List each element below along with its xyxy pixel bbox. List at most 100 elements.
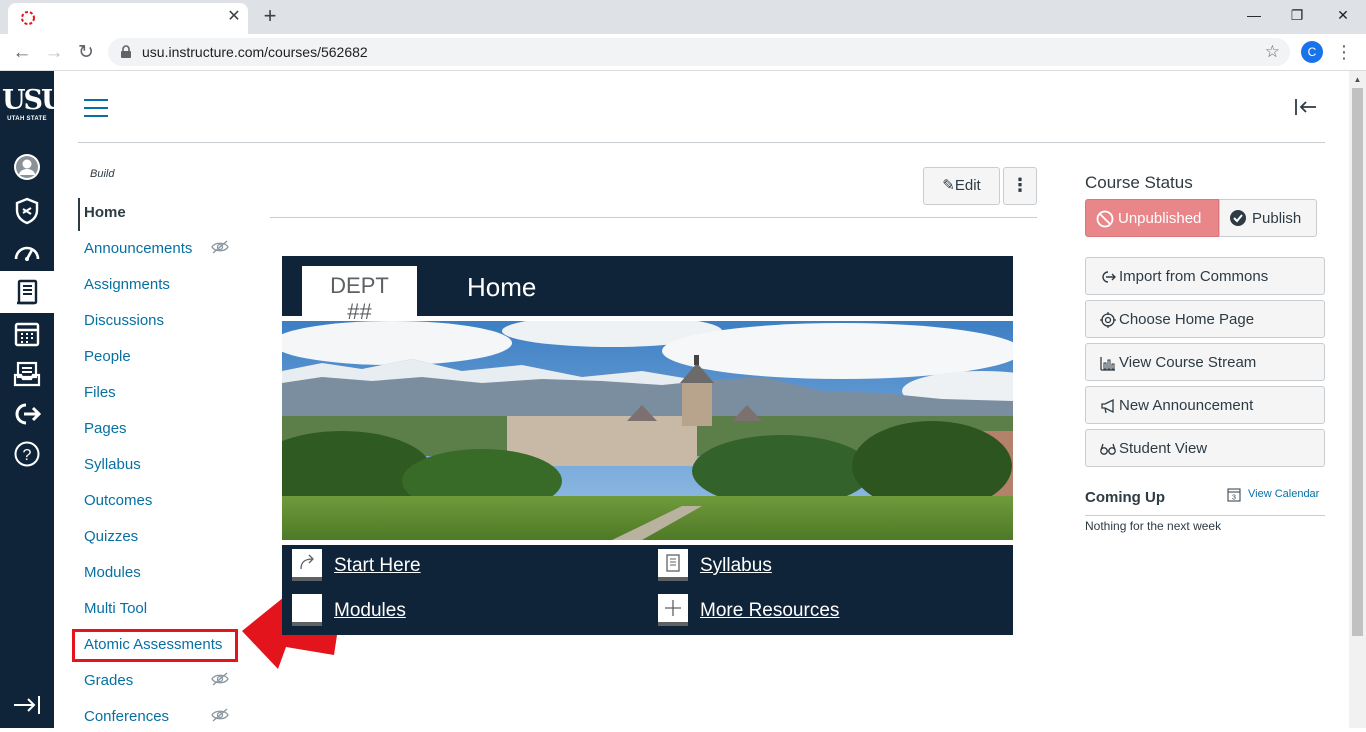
pencil-icon: ✎: [942, 177, 955, 194]
choose-home-page-button[interactable]: Choose Home Page: [1085, 300, 1325, 338]
course-nav-label[interactable]: Announcements: [84, 240, 192, 257]
view-calendar-link[interactable]: View Calendar: [1248, 488, 1319, 500]
sidebar-button-label: Choose Home Page: [1119, 311, 1255, 328]
course-nav-label[interactable]: Discussions: [84, 312, 164, 329]
inbox-icon[interactable]: [0, 354, 54, 394]
forward-arrow-icon[interactable]: →: [42, 41, 66, 65]
dashboard-gauge-icon[interactable]: [0, 233, 54, 273]
quick-link-label[interactable]: Modules: [334, 600, 406, 622]
view-course-stream-button[interactable]: View Course Stream: [1085, 343, 1325, 381]
course-nav-label[interactable]: Outcomes: [84, 492, 152, 509]
account-icon[interactable]: [0, 147, 54, 187]
usu-logo[interactable]: USU UTAH STATE: [2, 87, 65, 123]
hidden-eye-icon: [211, 240, 229, 254]
course-nav-label[interactable]: Files: [84, 384, 116, 401]
course-nav-label[interactable]: Conferences: [84, 708, 169, 725]
course-nav-files[interactable]: Files: [78, 378, 238, 408]
commons-icon: [1102, 271, 1116, 283]
collapse-nav-icon[interactable]: [12, 693, 42, 717]
sidebar-button-label: Student View: [1119, 440, 1208, 457]
header-divider: [78, 142, 1325, 143]
check-circle-icon: [1230, 210, 1246, 226]
quick-link-label[interactable]: More Resources: [700, 600, 839, 622]
course-nav-label[interactable]: Quizzes: [84, 528, 138, 545]
course-status-heading: Course Status: [1085, 173, 1193, 192]
profile-avatar[interactable]: C: [1301, 41, 1323, 63]
course-menu-hamburger-icon[interactable]: [84, 97, 108, 119]
hidden-eye-icon: [211, 672, 229, 686]
course-nav-label[interactable]: People: [84, 348, 131, 365]
courses-book-icon[interactable]: [0, 271, 54, 313]
bookmark-star-icon[interactable]: ☆: [1265, 41, 1280, 63]
glasses-icon: [1100, 443, 1116, 455]
coming-up-divider: [1085, 515, 1325, 516]
course-nav-modules[interactable]: Modules: [78, 558, 238, 588]
nav-section-label: Build: [90, 168, 115, 180]
edit-button[interactable]: ✎Edit: [923, 167, 1000, 205]
collapse-sidebar-icon[interactable]: [1293, 95, 1319, 119]
highlight-box-annotation: [72, 629, 238, 662]
student-view-button[interactable]: Student View: [1085, 429, 1325, 467]
minimize-button[interactable]: —: [1234, 4, 1274, 26]
canvas-favicon-icon: [21, 11, 35, 25]
course-nav-label[interactable]: Multi Tool: [84, 600, 147, 617]
tab-close-icon[interactable]: ✕: [224, 7, 244, 27]
coming-up-heading: Coming Up: [1085, 489, 1165, 506]
publish-button[interactable]: Publish: [1219, 199, 1317, 237]
browser-tab[interactable]: ✕: [8, 3, 248, 34]
close-window-button[interactable]: ✕: [1323, 4, 1363, 26]
new-announcement-button[interactable]: New Announcement: [1085, 386, 1325, 424]
ban-icon: [1096, 210, 1114, 228]
campus-hero-image: [282, 321, 1013, 540]
global-navigation: USU UTAH STATE ?: [0, 71, 65, 728]
course-nav-grades[interactable]: Grades: [78, 666, 238, 696]
course-nav-discussions[interactable]: Discussions: [78, 306, 238, 336]
sidebar-button-label: Import from Commons: [1119, 268, 1269, 285]
scroll-up-arrow-icon[interactable]: ▲: [1352, 75, 1363, 85]
browser-toolbar: ← → ↻ usu.instructure.com/courses/562682…: [0, 34, 1366, 71]
back-arrow-icon[interactable]: ←: [10, 41, 34, 65]
share-arrow-icon: [292, 549, 322, 581]
course-nav-label[interactable]: Pages: [84, 420, 127, 437]
quick-link-label[interactable]: Start Here: [334, 555, 421, 577]
unpublished-button[interactable]: Unpublished: [1085, 199, 1219, 237]
course-nav-assignments[interactable]: Assignments: [78, 270, 238, 300]
course-nav-pages[interactable]: Pages: [78, 414, 238, 444]
course-nav-announcements[interactable]: Announcements: [78, 234, 238, 264]
course-nav-label[interactable]: Modules: [84, 564, 141, 581]
course-nav-syllabus[interactable]: Syllabus: [78, 450, 238, 480]
reload-icon[interactable]: ↻: [74, 41, 98, 65]
syllabus-icon: [658, 549, 688, 581]
course-nav-label[interactable]: Grades: [84, 672, 133, 689]
course-nav-label[interactable]: Assignments: [84, 276, 170, 293]
course-nav-label[interactable]: Home: [84, 204, 126, 221]
course-nav-label[interactable]: Syllabus: [84, 456, 141, 473]
admin-shield-icon[interactable]: [0, 191, 54, 231]
sidebar-button-label: New Announcement: [1119, 397, 1254, 414]
browser-menu-icon[interactable]: ⋮: [1334, 41, 1354, 63]
publish-label: Publish: [1252, 210, 1302, 227]
coming-up-empty-text: Nothing for the next week: [1085, 519, 1222, 533]
calendar-day-number: 3: [1232, 495, 1236, 502]
new-tab-button[interactable]: +: [258, 4, 282, 28]
svg-text:?: ?: [23, 447, 32, 464]
course-nav-quizzes[interactable]: Quizzes: [78, 522, 238, 552]
restore-button[interactable]: ❐: [1277, 4, 1317, 26]
course-nav-outcomes[interactable]: Outcomes: [78, 486, 238, 516]
megaphone-icon: [1101, 398, 1114, 414]
course-nav-people[interactable]: People: [78, 342, 238, 372]
calendar-icon[interactable]: 3: [1227, 487, 1241, 502]
course-nav-home[interactable]: Home: [78, 198, 238, 231]
lock-icon: [121, 45, 131, 58]
help-icon[interactable]: ?: [0, 434, 54, 474]
quick-link-label[interactable]: Syllabus: [700, 555, 772, 577]
edit-label: Edit: [954, 177, 981, 194]
import-from-commons-button[interactable]: Import from Commons: [1085, 257, 1325, 295]
course-nav-multi-tool[interactable]: Multi Tool: [78, 594, 238, 624]
commons-share-icon[interactable]: [0, 394, 54, 434]
scrollbar-thumb[interactable]: [1352, 88, 1363, 636]
calendar-icon[interactable]: [0, 314, 54, 354]
address-bar[interactable]: usu.instructure.com/courses/562682 ☆: [108, 38, 1290, 66]
more-options-button[interactable]: ⋮: [1003, 167, 1037, 205]
url-text: usu.instructure.com/courses/562682: [142, 44, 368, 60]
